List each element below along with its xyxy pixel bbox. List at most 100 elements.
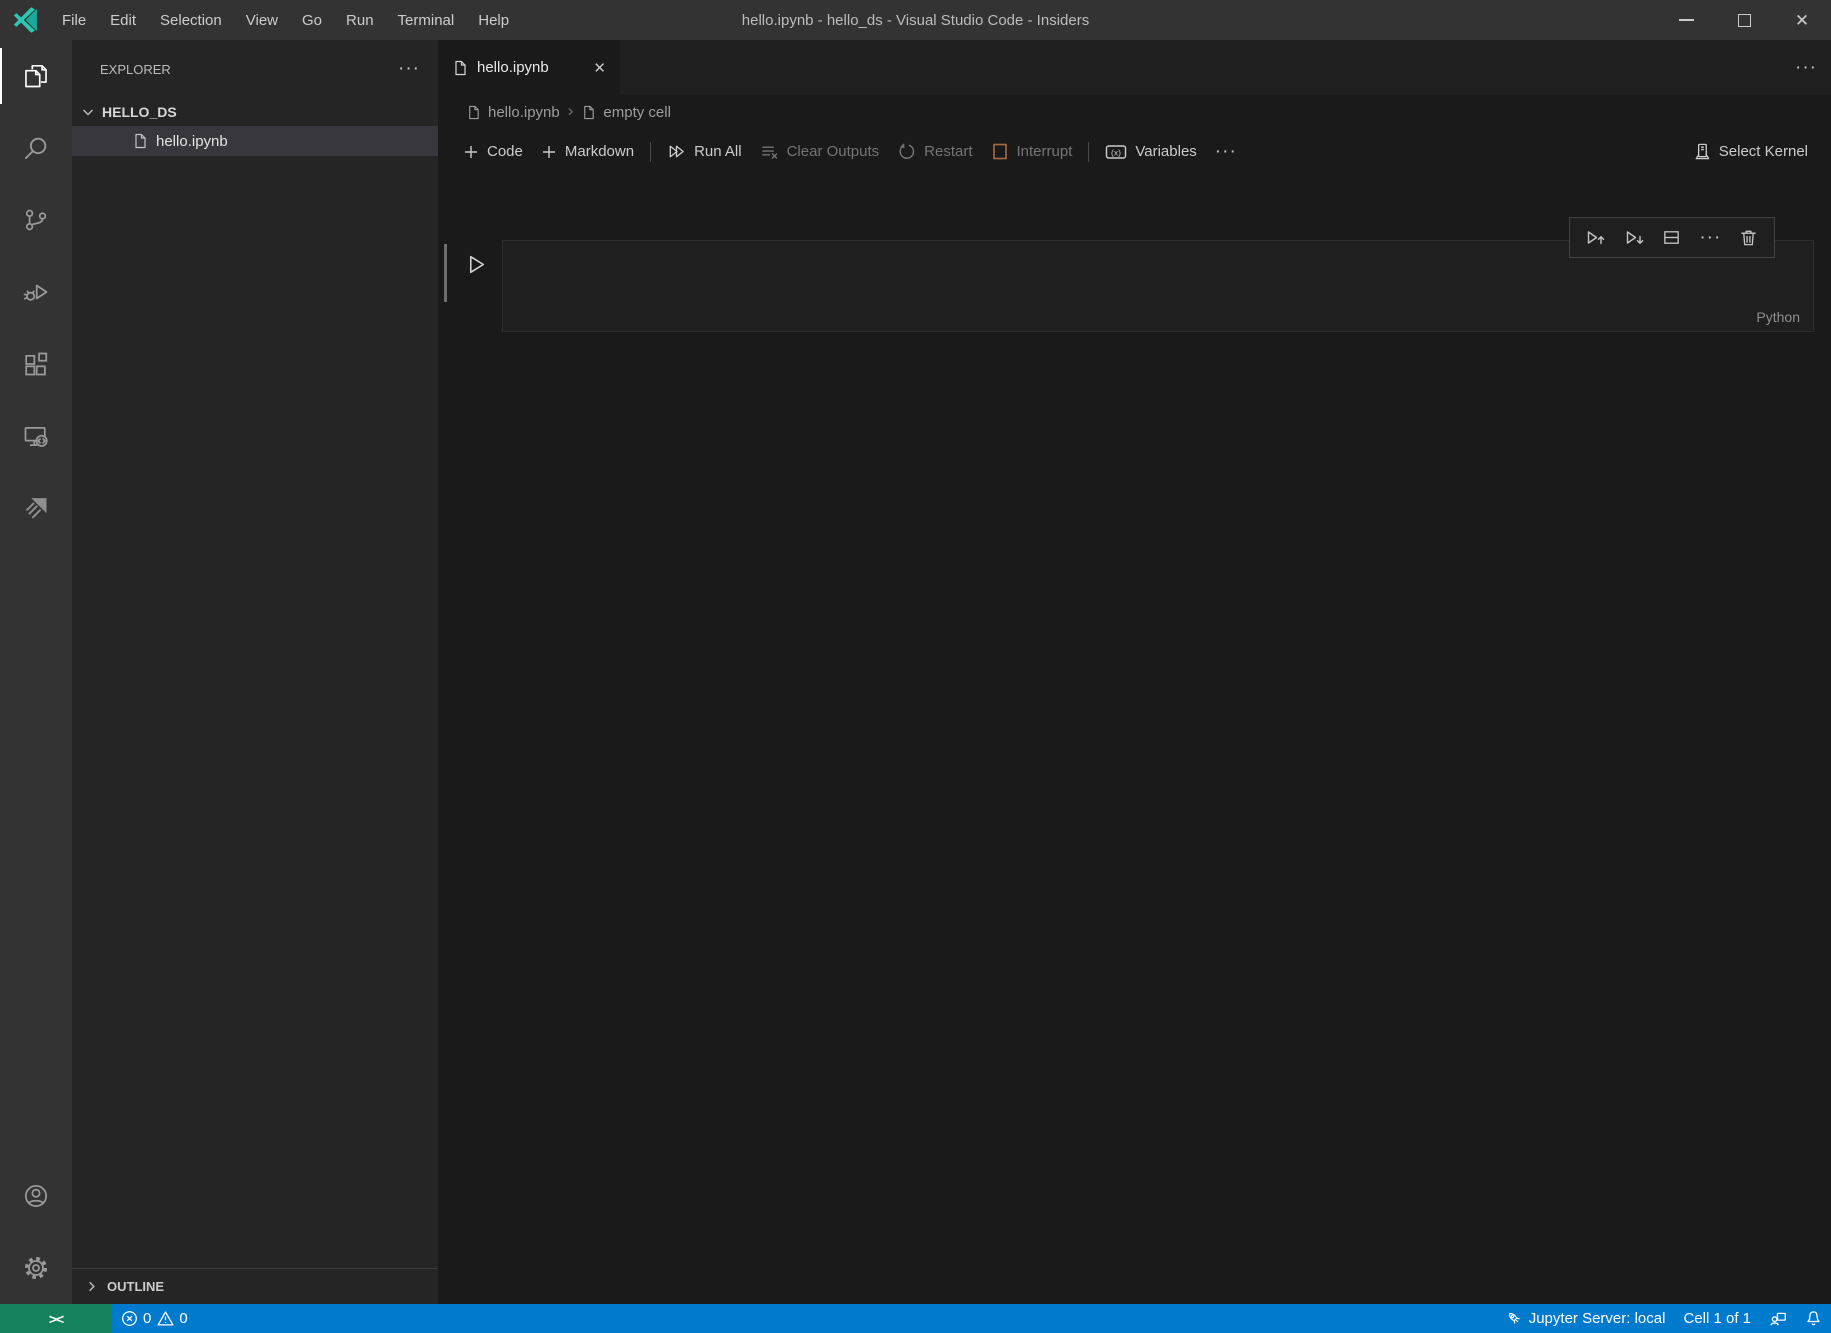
run-all-button[interactable]: Run All — [658, 135, 751, 169]
explorer-title: EXPLORER — [100, 61, 171, 77]
settings-button[interactable] — [0, 1232, 72, 1304]
more-actions-icon: ··· — [1214, 140, 1237, 162]
more-actions-icon: ··· — [1699, 226, 1722, 248]
notebook-body: ··· Python — [438, 174, 1831, 1304]
execute-cell-and-below-button[interactable] — [1621, 225, 1647, 251]
tab-hello-ipynb[interactable]: hello.ipynb ✕ — [438, 40, 620, 95]
breadcrumb-file[interactable]: hello.ipynb — [466, 104, 560, 121]
folder-section-label: HELLO_DS — [102, 104, 177, 120]
execute-above-cells-button[interactable] — [1582, 225, 1608, 251]
toolbar-more-actions-button[interactable]: ··· — [1206, 135, 1246, 169]
split-cell-button[interactable] — [1659, 225, 1685, 251]
jupyter-server-label: Jupyter Server: local — [1528, 1310, 1666, 1327]
breadcrumb-cell[interactable]: empty cell — [581, 104, 671, 121]
feedback-icon — [1769, 1310, 1787, 1328]
close-icon: ✕ — [1794, 10, 1810, 30]
outline-section[interactable]: OUTLINE — [72, 1268, 438, 1304]
sidebar-item-search[interactable] — [0, 112, 72, 184]
run-and-debug-icon — [22, 278, 50, 306]
add-code-cell-button[interactable]: Code — [454, 135, 532, 169]
select-kernel-button[interactable]: Select Kernel — [1683, 135, 1817, 169]
explorer-more-actions-icon[interactable]: ··· — [398, 59, 420, 79]
warning-icon — [157, 1310, 174, 1327]
interrupt-button[interactable]: Interrupt — [982, 135, 1082, 169]
explorer-sidebar: EXPLORER ··· HELLO_DS hello.ipynb OUTLIN… — [72, 40, 438, 1304]
feedback-button[interactable] — [1760, 1304, 1796, 1333]
menu-go[interactable]: Go — [290, 0, 334, 40]
status-bar: >< 0 0 Jupyter Server: local Cell 1 of 1 — [0, 1304, 1831, 1333]
add-code-label: Code — [487, 143, 523, 160]
maximize-button[interactable] — [1715, 0, 1773, 40]
warning-count: 0 — [179, 1310, 188, 1327]
file-icon — [581, 105, 596, 120]
menu-file[interactable]: File — [50, 0, 98, 40]
menu-help[interactable]: Help — [466, 0, 521, 40]
restart-label: Restart — [924, 143, 973, 160]
run-all-label: Run All — [694, 143, 742, 160]
cell-language-picker[interactable]: Python — [1756, 309, 1800, 325]
explorer-header: EXPLORER ··· — [72, 40, 438, 98]
clear-outputs-button[interactable]: Clear Outputs — [751, 135, 889, 169]
jupyter-server-indicator[interactable]: Jupyter Server: local — [1497, 1304, 1675, 1333]
variables-icon: (x) — [1105, 143, 1127, 161]
window-title: hello.ipynb - hello_ds - Visual Studio C… — [741, 11, 1090, 29]
breadcrumb-cell-label: empty cell — [603, 103, 671, 121]
sidebar-item-extensions[interactable] — [0, 328, 72, 400]
close-button[interactable]: ✕ — [1773, 0, 1831, 40]
editor-actions: ··· — [1795, 40, 1817, 95]
menu-edit[interactable]: Edit — [98, 0, 148, 40]
menu-view[interactable]: View — [234, 0, 290, 40]
bell-icon — [1805, 1310, 1822, 1327]
remote-icon: >< — [48, 1310, 64, 1327]
sidebar-item-remote-explorer[interactable] — [0, 400, 72, 472]
accounts-button[interactable] — [0, 1160, 72, 1232]
outline-section-label: OUTLINE — [107, 1279, 165, 1294]
menu-run[interactable]: Run — [334, 0, 386, 40]
file-icon — [466, 105, 481, 120]
window-controls: ✕ — [1657, 0, 1831, 40]
chevron-right-icon — [84, 1279, 99, 1294]
add-markdown-cell-button[interactable]: Markdown — [532, 135, 643, 169]
plus-icon — [541, 144, 557, 160]
error-icon — [121, 1310, 138, 1327]
minimize-icon — [1678, 19, 1694, 21]
sidebar-item-custom-extension[interactable] — [0, 472, 72, 544]
menu-selection[interactable]: Selection — [148, 0, 234, 40]
cell-more-actions-button[interactable]: ··· — [1697, 225, 1723, 251]
folder-section-hello-ds[interactable]: HELLO_DS — [72, 98, 438, 126]
delete-cell-button[interactable] — [1736, 225, 1762, 251]
tab-close-icon[interactable]: ✕ — [589, 57, 610, 79]
activity-bar — [0, 40, 72, 1304]
clear-outputs-label: Clear Outputs — [786, 143, 880, 160]
sidebar-item-explorer[interactable] — [0, 40, 72, 112]
problems-indicator[interactable]: 0 0 — [112, 1304, 197, 1333]
minimize-button[interactable] — [1657, 0, 1715, 40]
source-control-icon — [22, 206, 50, 234]
notifications-button[interactable] — [1796, 1304, 1831, 1333]
breadcrumb: hello.ipynb › empty cell — [438, 95, 1831, 129]
vscode-insiders-logo-icon — [10, 5, 40, 35]
cell-position-indicator[interactable]: Cell 1 of 1 — [1674, 1304, 1760, 1333]
tab-bar: hello.ipynb ✕ ··· — [438, 40, 1831, 95]
toolbar-separator — [650, 141, 652, 162]
restart-button[interactable]: Restart — [888, 135, 981, 169]
variables-button[interactable]: (x) Variables — [1096, 135, 1205, 169]
title-bar: File Edit Selection View Go Run Terminal… — [0, 0, 1831, 40]
menu-terminal[interactable]: Terminal — [386, 0, 467, 40]
files-icon — [22, 62, 50, 90]
chevron-right-icon: › — [567, 101, 574, 120]
search-icon — [22, 134, 50, 162]
remote-indicator[interactable]: >< — [0, 1304, 112, 1333]
cell-focus-indicator[interactable] — [444, 244, 447, 302]
sidebar-item-run-debug[interactable] — [0, 256, 72, 328]
clear-outputs-icon — [760, 142, 779, 161]
menu-bar: File Edit Selection View Go Run Terminal… — [50, 0, 521, 40]
svg-text:(x): (x) — [1111, 147, 1121, 157]
extensions-icon — [22, 350, 50, 378]
sidebar-item-source-control[interactable] — [0, 184, 72, 256]
rocket-icon — [1506, 1310, 1523, 1327]
file-item-hello-ipynb[interactable]: hello.ipynb — [72, 126, 438, 156]
run-cell-button[interactable] — [464, 252, 489, 277]
notebook-file-icon — [452, 60, 468, 76]
editor-more-actions-icon[interactable]: ··· — [1795, 57, 1817, 77]
